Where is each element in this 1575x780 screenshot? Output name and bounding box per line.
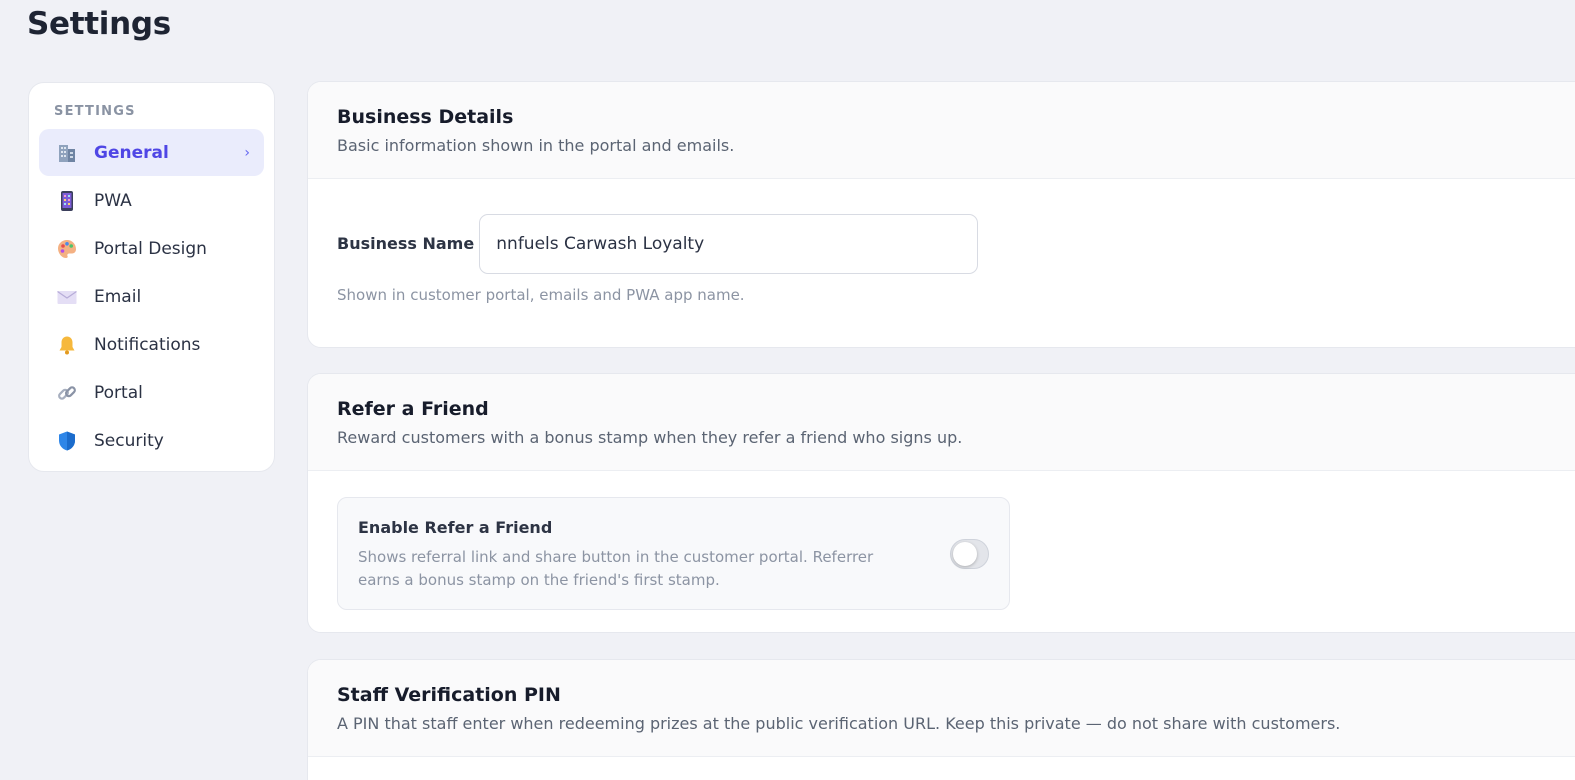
refer-toggle-title: Enable Refer a Friend bbox=[358, 518, 553, 537]
sidebar-item-label: General bbox=[94, 142, 169, 163]
sidebar-item-label: Portal bbox=[94, 382, 143, 403]
card-body: Business Name Shown in customer portal, … bbox=[308, 179, 1575, 330]
bell-icon bbox=[56, 334, 78, 356]
sidebar-item-notifications[interactable]: Notifications bbox=[39, 321, 264, 368]
sidebar-item-label: Portal Design bbox=[94, 238, 207, 259]
business-details-card: Business Details Basic information shown… bbox=[307, 81, 1575, 348]
sidebar-item-label: Email bbox=[94, 286, 142, 307]
sidebar-item-label: Notifications bbox=[94, 334, 201, 355]
link-icon bbox=[56, 382, 78, 404]
card-title: Refer a Friend bbox=[337, 398, 489, 420]
card-header: Refer a Friend Reward customers with a b… bbox=[308, 374, 1575, 471]
sidebar-item-portal-design[interactable]: Portal Design bbox=[39, 225, 264, 272]
sidebar-item-pwa[interactable]: PWA bbox=[39, 177, 264, 224]
business-name-label: Business Name bbox=[337, 234, 475, 253]
card-header: Staff Verification PIN A PIN that staff … bbox=[308, 660, 1575, 757]
chevron-right-icon: › bbox=[244, 144, 250, 161]
sidebar-item-label: Security bbox=[94, 430, 164, 451]
refer-a-friend-card: Refer a Friend Reward customers with a b… bbox=[307, 373, 1575, 633]
card-subtitle: Basic information shown in the portal an… bbox=[337, 136, 735, 155]
card-header: Business Details Basic information shown… bbox=[308, 82, 1575, 179]
sidebar-item-email[interactable]: Email bbox=[39, 273, 264, 320]
sidebar-heading: SETTINGS bbox=[54, 104, 136, 119]
phone-icon bbox=[56, 190, 78, 212]
envelope-icon bbox=[56, 286, 78, 308]
sidebar-item-label: PWA bbox=[94, 190, 132, 211]
card-title: Business Details bbox=[337, 106, 514, 128]
sidebar-item-security[interactable]: Security bbox=[39, 417, 264, 464]
sidebar-item-portal[interactable]: Portal bbox=[39, 369, 264, 416]
card-subtitle: Reward customers with a bonus stamp when… bbox=[337, 428, 963, 447]
card-body: Enable Refer a Friend Shows referral lin… bbox=[308, 471, 1575, 632]
refer-enable-toggle[interactable] bbox=[950, 539, 989, 569]
business-name-help: Shown in customer portal, emails and PWA… bbox=[337, 286, 745, 304]
business-name-input[interactable] bbox=[479, 214, 979, 274]
palette-icon bbox=[56, 238, 78, 260]
toggle-knob bbox=[953, 542, 977, 566]
building-icon bbox=[56, 142, 78, 164]
card-subtitle: A PIN that staff enter when redeeming pr… bbox=[337, 714, 1341, 733]
shield-icon bbox=[56, 430, 78, 452]
sidebar-item-general[interactable]: General › bbox=[39, 129, 264, 176]
refer-toggle-description: Shows referral link and share button in … bbox=[358, 548, 874, 589]
settings-sidebar: SETTINGS General › PWA Portal Design Ema… bbox=[28, 82, 275, 472]
page-title: Settings bbox=[27, 6, 171, 42]
refer-toggle-panel: Enable Refer a Friend Shows referral lin… bbox=[337, 497, 1010, 610]
card-title: Staff Verification PIN bbox=[337, 684, 561, 706]
staff-pin-card: Staff Verification PIN A PIN that staff … bbox=[307, 659, 1575, 780]
